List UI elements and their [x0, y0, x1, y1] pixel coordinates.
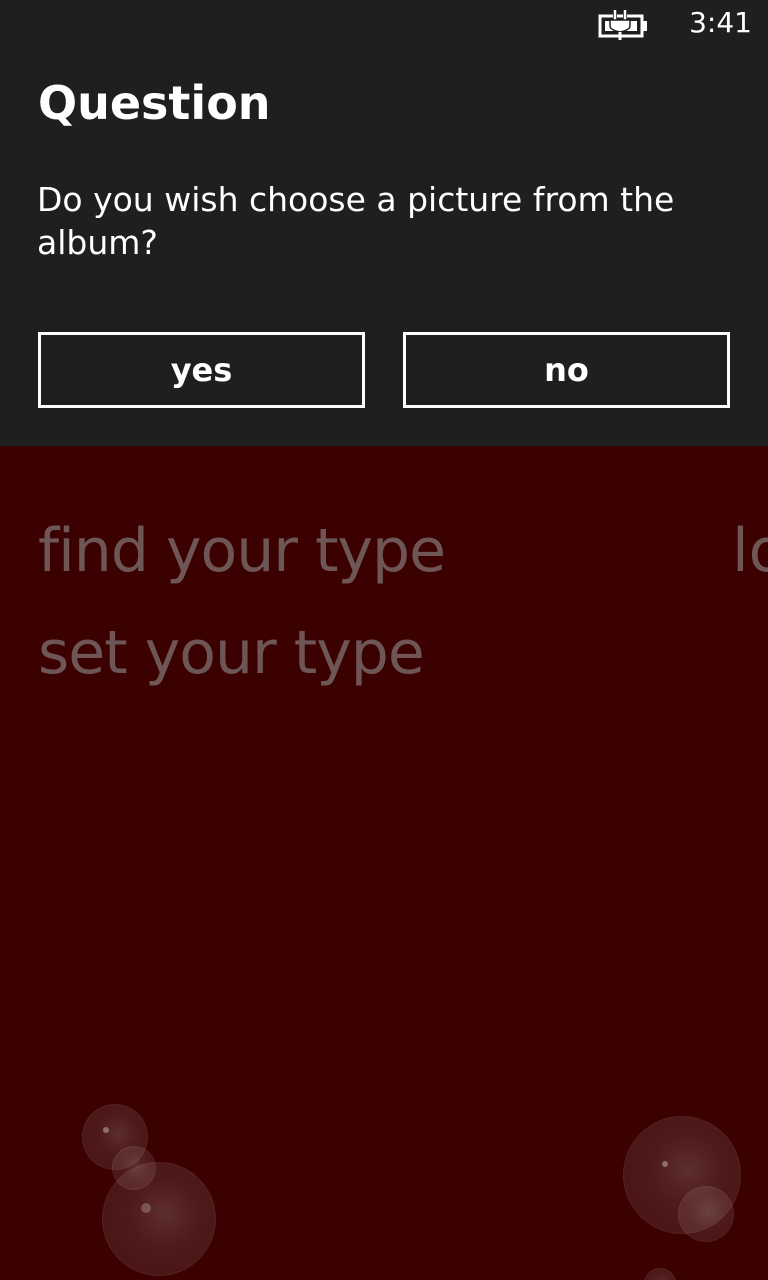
- yes-button[interactable]: yes: [38, 332, 365, 408]
- dialog-title: Question: [38, 76, 271, 130]
- battery-charging-icon: [598, 10, 652, 40]
- background-app: find your type set your type lo: [0, 446, 768, 1280]
- clock: 3:41: [689, 6, 752, 39]
- bubble-decoration: [644, 1268, 676, 1280]
- message-dialog: 3:41 Question Do you wish choose a pictu…: [0, 0, 768, 446]
- menu-item-set-your-type[interactable]: set your type: [38, 618, 425, 688]
- bubble-decoration: [102, 1162, 216, 1276]
- status-bar: 3:41: [0, 0, 768, 50]
- bubble-decoration: [678, 1186, 734, 1242]
- no-button[interactable]: no: [403, 332, 730, 408]
- menu-peek-text: lo: [732, 516, 768, 586]
- dialog-message: Do you wish choose a picture from the al…: [37, 180, 675, 262]
- menu-item-find-your-type[interactable]: find your type: [38, 516, 446, 586]
